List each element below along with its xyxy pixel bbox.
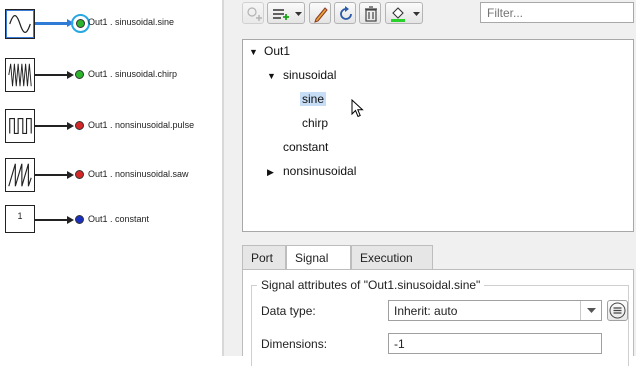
signal-line[interactable] — [35, 219, 68, 221]
outport-indicator[interactable] — [75, 215, 84, 224]
tree-node-constant[interactable]: constant — [283, 140, 328, 154]
tree-node-out1[interactable]: Out1 — [264, 44, 290, 58]
tab-execution[interactable]: Execution — [351, 245, 433, 269]
list-icon — [609, 302, 626, 319]
chirp-signal-block[interactable] — [5, 58, 35, 92]
signal-arrow — [67, 171, 74, 179]
collapsed-caret-icon[interactable]: ▶ — [267, 167, 274, 178]
mouse-cursor-icon — [351, 99, 364, 118]
tree-node-sinusoidal[interactable]: sinusoidal — [283, 68, 336, 82]
signal-label: Out1 . nonsinusoidal.saw — [88, 169, 189, 179]
sine-wave-block[interactable] — [5, 9, 35, 39]
dropdown-button[interactable] — [580, 301, 601, 320]
filter-input[interactable] — [480, 2, 634, 23]
properties-tabs: Port Signal Execution — [242, 245, 634, 270]
signal-line[interactable] — [35, 174, 68, 176]
add-signal-button[interactable] — [242, 2, 264, 24]
tab-signal[interactable]: Signal — [286, 245, 351, 270]
signal-attributes-title: Signal attributes of "Out1.sinusoidal.si… — [257, 278, 485, 292]
data-type-label: Data type: — [261, 304, 316, 318]
data-type-assistant-button[interactable] — [607, 300, 628, 321]
add-menu-button[interactable] — [267, 2, 305, 24]
add-signal-icon — [247, 7, 262, 21]
signal-label: Out1 . nonsinusoidal.pulse — [88, 120, 195, 130]
delete-icon — [365, 6, 377, 22]
fill-color-icon — [391, 7, 420, 22]
pencil-icon — [314, 7, 328, 23]
signal-tab-content: Signal attributes of "Out1.sinusoidal.si… — [242, 269, 634, 366]
sawtooth-wave-icon — [8, 163, 32, 187]
refresh-button[interactable] — [334, 2, 356, 24]
signal-tree[interactable]: ▼ Out1 ▼ sinusoidal sine chirp constant … — [242, 39, 634, 232]
data-type-value: Inherit: auto — [394, 304, 458, 318]
sine-wave-icon — [9, 14, 31, 34]
chevron-down-icon — [587, 308, 596, 313]
outport-indicator[interactable] — [75, 121, 84, 130]
outport-indicator[interactable] — [75, 170, 84, 179]
chirp-wave-icon — [8, 63, 32, 87]
expanded-caret-icon[interactable]: ▼ — [249, 47, 258, 57]
tree-node-sine[interactable]: sine — [300, 92, 327, 106]
signal-arrow — [67, 122, 74, 130]
tree-node-chirp[interactable]: chirp — [302, 116, 328, 130]
constant-value: 1 — [17, 211, 23, 221]
bus-editor-panel: ▼ Out1 ▼ sinusoidal sine chirp constant … — [224, 0, 636, 366]
signal-arrow — [67, 216, 74, 224]
signal-label: Out1 . constant — [88, 214, 150, 224]
outport-indicator[interactable] — [76, 19, 85, 28]
dimensions-label: Dimensions: — [261, 337, 328, 351]
sawtooth-block[interactable] — [5, 158, 35, 192]
tree-node-nonsinusoidal[interactable]: nonsinusoidal — [283, 164, 356, 178]
constant-block[interactable]: 1 — [5, 205, 35, 233]
model-canvas[interactable]: Out1 . sinusoidal.sine Out1 . sinusoidal… — [0, 0, 222, 356]
delete-button[interactable] — [359, 2, 381, 24]
signal-label: Out1 . sinusoidal.chirp — [88, 69, 178, 79]
signal-line[interactable] — [35, 125, 68, 127]
dimensions-input[interactable]: -1 — [388, 333, 602, 354]
tab-port[interactable]: Port — [242, 245, 286, 269]
signal-label: Out1 . sinusoidal.sine — [88, 17, 175, 27]
outport-indicator[interactable] — [75, 70, 84, 79]
expanded-caret-icon[interactable]: ▼ — [267, 71, 276, 81]
signal-line[interactable] — [35, 74, 68, 76]
fill-color-button[interactable] — [385, 2, 423, 24]
add-menu-icon — [273, 9, 302, 20]
pulse-generator-block[interactable] — [5, 109, 35, 143]
data-type-dropdown[interactable]: Inherit: auto — [388, 300, 602, 321]
signal-arrow — [67, 71, 74, 79]
edit-button[interactable] — [309, 2, 331, 24]
signal-line[interactable] — [35, 22, 68, 25]
pulse-wave-icon — [9, 117, 32, 135]
refresh-icon — [340, 6, 352, 20]
